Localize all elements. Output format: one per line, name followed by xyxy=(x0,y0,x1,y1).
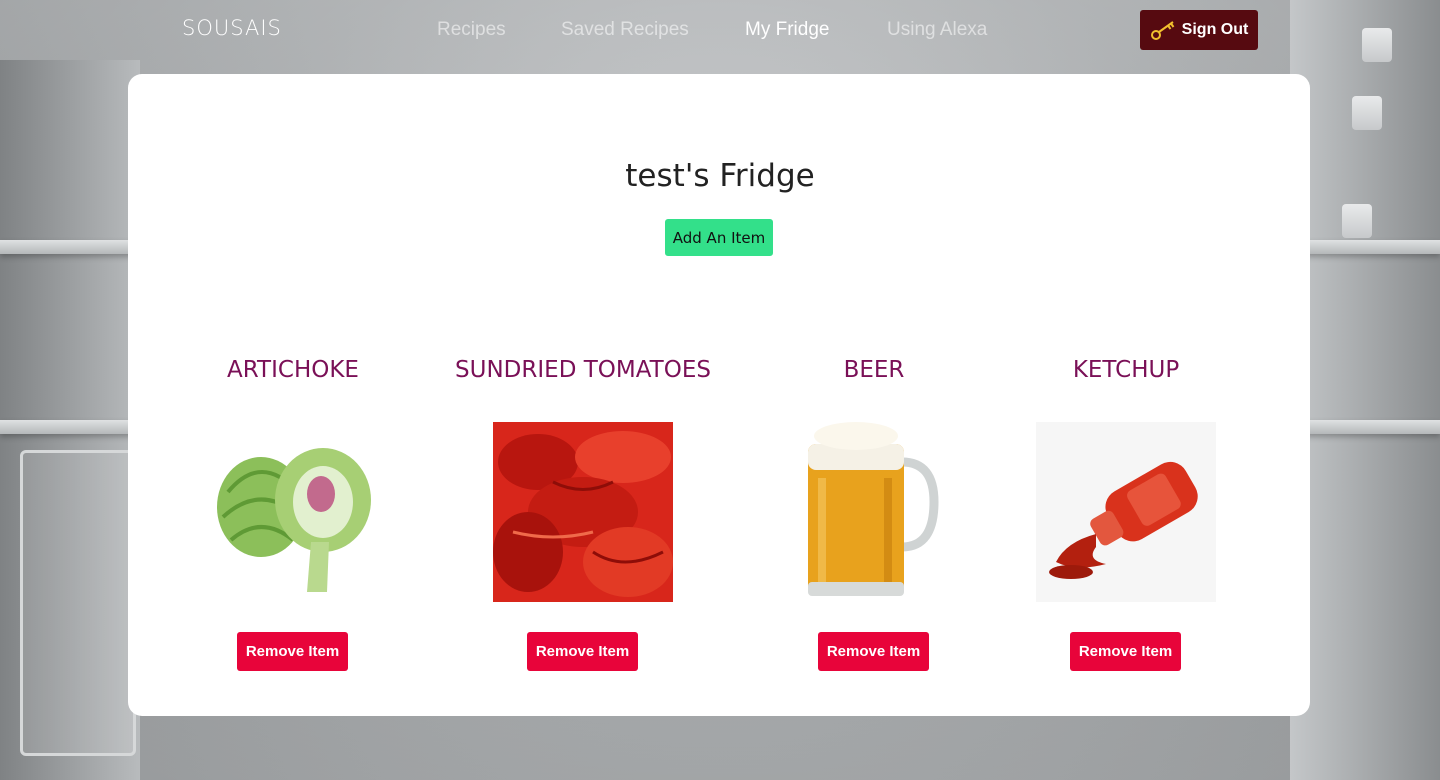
sundried-tomatoes-image xyxy=(493,422,673,602)
page-title: test's Fridge xyxy=(625,158,815,194)
add-item-button[interactable]: Add An Item xyxy=(665,219,773,256)
remove-item-button[interactable]: Remove Item xyxy=(237,632,348,671)
beer-mug-image xyxy=(784,422,964,602)
top-navbar: SOUSAIS Recipes Saved Recipes My Fridge … xyxy=(0,0,1440,60)
nav-link-using-alexa[interactable]: Using Alexa xyxy=(887,19,987,41)
remove-item-button[interactable]: Remove Item xyxy=(818,632,929,671)
fridge-peg xyxy=(1352,96,1382,130)
sign-out-button[interactable]: Sign Out xyxy=(1140,10,1258,50)
nav-link-recipes[interactable]: Recipes xyxy=(437,19,506,41)
item-name: SUNDRIED TOMATOES xyxy=(455,357,711,383)
item-name: ARTICHOKE xyxy=(227,357,359,383)
sign-out-label: Sign Out xyxy=(1181,21,1249,38)
item-name: KETCHUP xyxy=(1072,357,1180,383)
artichoke-image xyxy=(203,422,383,602)
fridge-item: ARTICHOKE Remove Item xyxy=(143,352,443,671)
brand-logo[interactable]: SOUSAIS xyxy=(182,16,282,40)
key-icon xyxy=(1150,21,1174,40)
ketchup-bottle-image xyxy=(1036,422,1216,602)
fridge-item: KETCHUP Remove Item xyxy=(976,352,1276,671)
fridge-drawer xyxy=(20,450,136,756)
remove-item-button[interactable]: Remove Item xyxy=(1070,632,1181,671)
fridge-item: SUNDRIED TOMATOES Remove Item xyxy=(433,352,733,671)
remove-item-button[interactable]: Remove Item xyxy=(527,632,638,671)
nav-link-my-fridge[interactable]: My Fridge xyxy=(745,19,829,41)
nav-link-saved-recipes[interactable]: Saved Recipes xyxy=(561,19,689,41)
fridge-peg xyxy=(1342,204,1372,238)
